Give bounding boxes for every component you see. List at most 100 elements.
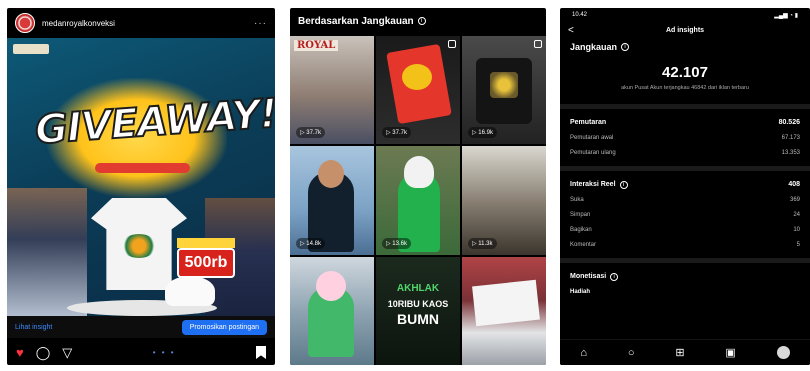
info-icon[interactable]: i (621, 43, 630, 51)
bookmark-icon[interactable] (256, 346, 266, 359)
reels-grid: ROYAL ▷ 37.7k ▷ 37.7k ▷ 16.9k ▷ 14.8k ▷ … (290, 36, 546, 365)
more-options-icon[interactable]: ··· (254, 18, 267, 29)
play-count: ▷ 37.7k (296, 127, 325, 139)
share-icon[interactable]: ▽ (62, 346, 72, 359)
reel-interactions-row: Interaksi Reel i 408 (560, 177, 810, 192)
post-actions: ♥ ◯ ▽ • • • (7, 340, 275, 365)
reach-grid-panel: Berdasarkan Jangkauan i ROYAL ▷ 37.7k ▷ … (290, 8, 546, 365)
grid-tile[interactable]: ▷ 13.6k (376, 146, 460, 255)
paper-sign (472, 279, 540, 326)
play-count: ▷ 11.3k (468, 237, 497, 249)
username[interactable]: medanroyalkonveksi (42, 19, 247, 28)
plays-value: 80.526 (778, 119, 800, 126)
promote-post-button[interactable]: Promosikan postingan (181, 319, 267, 335)
play-count: ▷ 14.8k (296, 237, 325, 249)
grid-tile[interactable]: ▷ 37.7k (376, 36, 460, 145)
reel-interactions-label: Interaksi Reel (570, 181, 616, 188)
avatar[interactable] (15, 13, 35, 33)
info-icon[interactable]: i (610, 272, 619, 281)
tshirt-logo (121, 234, 157, 258)
players-left (7, 188, 87, 316)
subrow-value: 10 (793, 226, 800, 233)
divider (560, 104, 810, 109)
status-time: 10.42 (572, 12, 588, 18)
profile-avatar[interactable] (776, 346, 790, 359)
royal-sign: ROYAL (294, 40, 339, 51)
bottom-nav: ⌂ ○ ⊞ ▣ (560, 339, 810, 365)
cap-prize (165, 276, 215, 306)
plays-subrow: Pemutaran awal 67.173 (560, 130, 810, 145)
tee-print (490, 72, 518, 98)
grid-tile[interactable]: ▷ 14.8k (290, 146, 374, 255)
view-insight-link[interactable]: Lihat insight (15, 324, 52, 331)
grid-tile[interactable]: ▷ 16.9k (462, 36, 546, 145)
interaction-subrow: Bagikan 10 (560, 222, 810, 237)
status-icons: ▂▄▆ ◔ ▮ (774, 12, 798, 19)
tile-text-line3: BUMN (397, 310, 439, 327)
nav-bar: < Ad insights (560, 22, 810, 38)
plays-label: Pemutaran (570, 119, 607, 126)
subrow-label: Komentar (570, 241, 597, 248)
price-tag: 500rb (177, 248, 235, 278)
plays-subrow: Pemutaran ulang 13.353 (560, 145, 810, 160)
divider (560, 166, 810, 171)
reach-value: 42.107 (662, 64, 708, 81)
play-count: ▷ 37.7k (382, 127, 411, 139)
monetization-title: Monetisasi i (570, 272, 619, 281)
page-title: Ad insights (665, 26, 705, 34)
reach-label: Jangkauan (570, 42, 618, 52)
person-head (316, 270, 346, 301)
reel-interactions-value: 408 (788, 181, 800, 188)
monetization-label: Monetisasi (570, 273, 607, 280)
grid-tile[interactable]: ▷ 11.3k (462, 146, 546, 255)
reach-caption: akun Pusat Akun terjangkau 46842 dari ik… (621, 85, 749, 91)
subrow-label: Suka (570, 196, 584, 203)
play-count: ▷ 13.6k (382, 237, 411, 249)
carousel-indicator: • • • (152, 348, 176, 357)
create-icon[interactable]: ⊞ (675, 346, 684, 359)
reel-icon (534, 40, 542, 48)
grid-tile[interactable] (290, 256, 374, 365)
subrow-label: Pemutaran ulang (570, 149, 616, 156)
interaction-subrow: Suka 369 (560, 192, 810, 207)
subrow-value: 5 (796, 241, 800, 248)
plays-row: Pemutaran 80.526 (560, 115, 810, 130)
grid-tile[interactable] (462, 256, 546, 365)
reel-icon (448, 40, 456, 48)
play-count: ▷ 16.9k (468, 127, 497, 139)
grid-title-row: Berdasarkan Jangkauan i (290, 8, 546, 34)
info-icon[interactable]: i (619, 180, 628, 189)
home-icon[interactable]: ⌂ (580, 347, 587, 359)
reels-icon[interactable]: ▣ (725, 346, 735, 359)
gift-label: Hadiah (570, 288, 591, 295)
reach-section-title: Jangkauan i (560, 42, 810, 52)
grid-tile[interactable]: ROYAL ▷ 37.7k (290, 36, 374, 145)
divider (560, 258, 810, 263)
comment-icon[interactable]: ◯ (36, 346, 51, 359)
grid-tile[interactable]: AKHLAK 10RIBU KAOS BUMN (376, 256, 460, 365)
shirt-print (402, 64, 432, 90)
subrow-value: 24 (793, 211, 800, 218)
subrow-label: Bagikan (570, 226, 592, 233)
gift-row: Hadiah (560, 284, 810, 299)
post-header: medanroyalkonveksi ··· (7, 8, 275, 38)
post-panel: medanroyalkonveksi ··· GIVEAWAY! 500rb L… (7, 8, 275, 365)
interaction-subrow: Komentar 5 (560, 237, 810, 252)
subrow-value: 67.173 (781, 134, 800, 141)
headline-subtitle-pill (95, 163, 190, 173)
status-bar: 10.42 ▂▄▆ ◔ ▮ (560, 8, 810, 22)
heart-icon[interactable]: ♥ (16, 346, 24, 359)
subrow-label: Pemutaran awal (570, 134, 614, 141)
subrow-value: 369 (789, 196, 800, 203)
person-head (404, 156, 434, 189)
brand-logo (13, 44, 49, 54)
subrow-label: Simpan (570, 211, 591, 218)
reel-interactions-title: Interaksi Reel i (570, 180, 628, 189)
price-caption (177, 238, 235, 248)
tile-text-line2: 10RIBU KAOS (387, 298, 449, 309)
info-icon[interactable]: i (417, 17, 426, 25)
monetization-row: Monetisasi i (560, 269, 810, 284)
interaction-subrow: Simpan 24 (560, 207, 810, 222)
search-icon[interactable]: ○ (628, 347, 635, 359)
post-image[interactable]: GIVEAWAY! 500rb (7, 38, 275, 316)
